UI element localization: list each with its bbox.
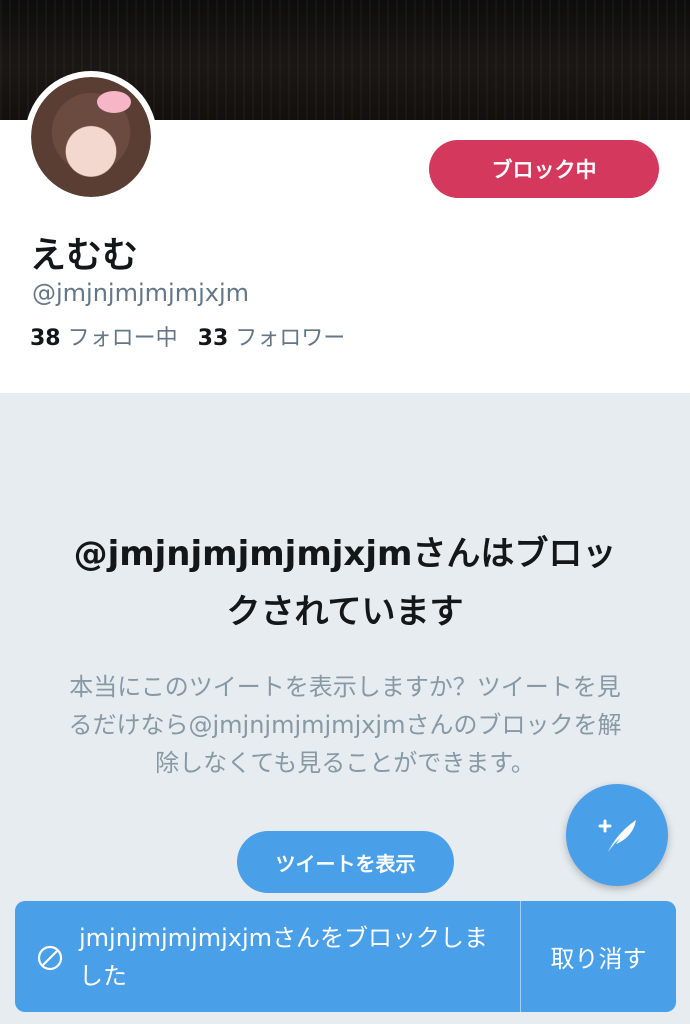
user-handle: @jmjnjmjmjmjxjm (32, 279, 249, 307)
show-tweets-button[interactable]: ツイートを表示 (237, 831, 454, 893)
following-count: 38 (30, 326, 61, 351)
followers-label: フォロワー (235, 326, 346, 351)
blocked-circle-icon (37, 945, 63, 971)
following-label: フォロー中 (67, 326, 178, 351)
undo-button[interactable]: 取り消す (521, 901, 676, 1012)
avatar-image (31, 77, 151, 197)
following-stat[interactable]: 38 フォロー中 (30, 320, 178, 352)
compose-tweet-icon (598, 819, 636, 852)
blocked-toast: jmjnjmjmjmjxjmさんをブロックしました 取り消す (15, 901, 676, 1012)
blocked-notice-description: 本当にこのツイートを表示しますか？ツイートを見るだけなら@jmjnjmjmjmj… (68, 673, 622, 777)
blocked-notice-title: @jmjnjmjmjmjxjmさんはブロックされています (73, 534, 617, 632)
followers-stat[interactable]: 33 フォロワー (198, 320, 346, 352)
followers-count: 33 (197, 326, 229, 351)
follow-stats: 38 フォロー中 33 フォロワー (30, 320, 345, 352)
avatar[interactable] (25, 71, 157, 203)
compose-tweet-button[interactable] (566, 784, 668, 886)
avatar-decoration (97, 91, 131, 113)
toast-message: jmjnjmjmjmjxjmさんをブロックしました (79, 924, 488, 990)
display-name: えむむ (30, 235, 139, 276)
blocked-button[interactable]: ブロック中 (429, 140, 659, 198)
